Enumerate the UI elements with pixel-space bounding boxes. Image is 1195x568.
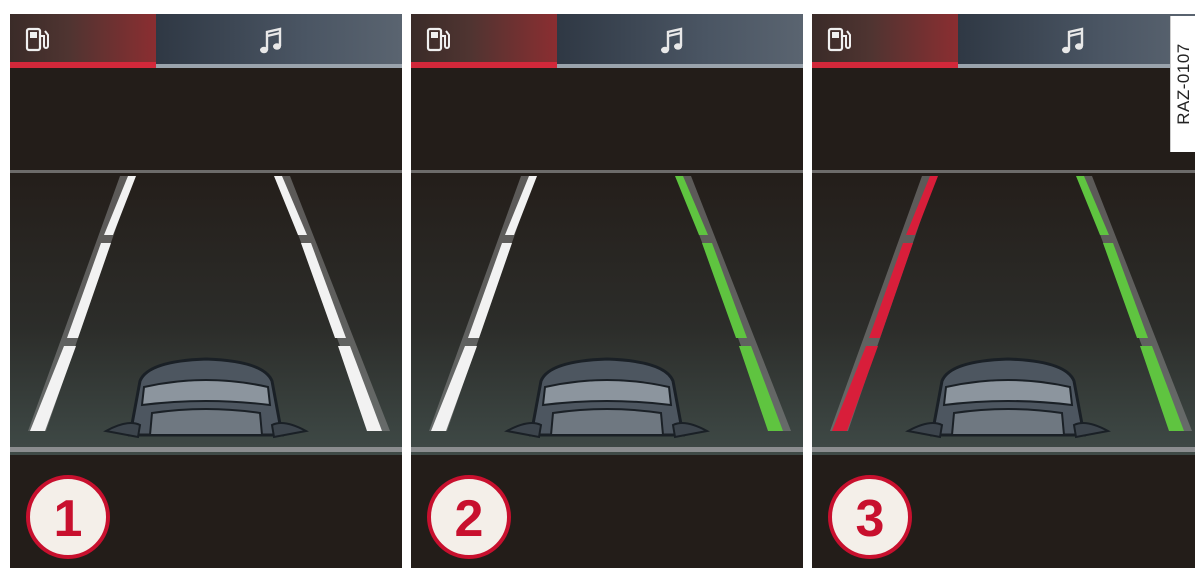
fuel-level-bar <box>411 62 557 68</box>
fuel-indicator <box>812 14 958 68</box>
fuel-level-bar <box>812 62 958 68</box>
music-note-icon <box>260 27 282 54</box>
top-status-bar <box>411 14 803 68</box>
callout-number: 3 <box>856 490 885 548</box>
top-status-bar <box>812 14 1195 68</box>
road-bottom-line <box>10 447 402 452</box>
fuel-level-bar <box>10 62 156 68</box>
panel-3: 3 <box>812 14 1195 568</box>
panel-2: 2 <box>411 14 803 568</box>
audio-bar-line <box>156 64 402 68</box>
fuel-indicator <box>10 14 156 68</box>
road-view <box>10 173 402 455</box>
music-note-icon <box>1062 27 1084 54</box>
callout-number-badge: 3 <box>828 475 912 559</box>
road-bottom-line <box>812 447 1195 452</box>
fuel-pump-icon <box>426 27 450 52</box>
fuel-pump-icon <box>827 27 851 52</box>
figure-code-label: RAZ-0107 <box>1170 16 1195 152</box>
callout-number: 2 <box>455 490 484 548</box>
audio-bar-line <box>958 64 1195 68</box>
panel-1: 1 <box>10 14 402 568</box>
fuel-indicator <box>411 14 557 68</box>
road-view <box>812 173 1195 455</box>
audio-indicator <box>156 14 402 68</box>
callout-number-badge: 2 <box>427 475 511 559</box>
top-status-bar <box>10 14 402 68</box>
road-view <box>411 173 803 455</box>
audio-indicator <box>557 14 803 68</box>
figure-code-text: RAZ-0107 <box>1173 43 1193 125</box>
callout-number: 1 <box>54 490 83 548</box>
callout-number-badge: 1 <box>26 475 110 559</box>
audio-bar-line <box>557 64 803 68</box>
road-bottom-line <box>411 447 803 452</box>
fuel-pump-icon <box>25 27 49 52</box>
music-note-icon <box>661 27 683 54</box>
audio-indicator <box>958 14 1195 68</box>
